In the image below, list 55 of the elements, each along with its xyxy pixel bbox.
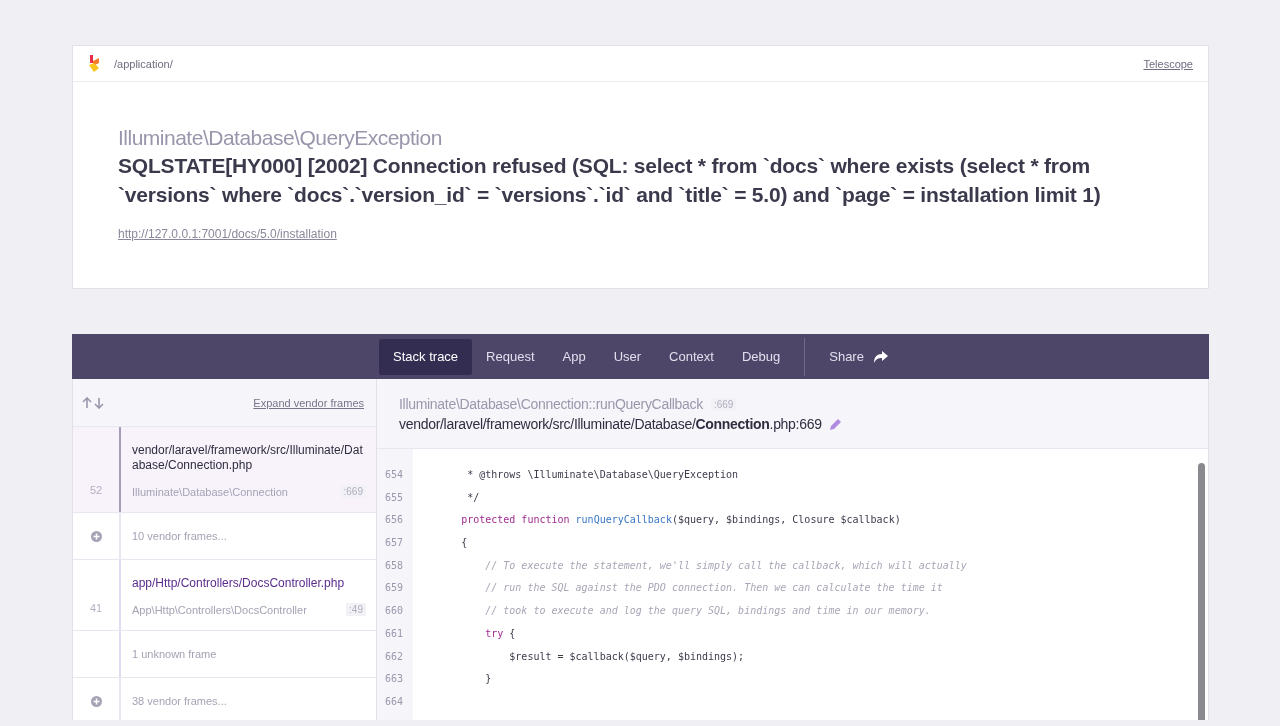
line-number: 658: [384, 558, 405, 573]
share-button[interactable]: Share: [815, 338, 902, 375]
line-number-tag: :49: [346, 603, 366, 616]
scrollbar[interactable]: [1197, 463, 1205, 720]
code-line: // run the SQL against the PDO connection. Then we can calculate the time it: [484, 581, 944, 596]
plus-circle-icon[interactable]: [90, 530, 102, 542]
code-line: * @throws \Illuminate\Database\QueryException: [466, 468, 740, 482]
code-line: {: [460, 536, 469, 551]
exception-message: SQLSTATE[HY000] [2002] Connection refused (SQL: select * from `docs` where exists (select * from `versions` where `docs`.`version_id` = `versions`.`id` and `title` = 5.0) and `page` = installation limit 1): [118, 153, 1102, 208]
code-line: */: [466, 490, 481, 505]
sort-arrows-icon[interactable]: [81, 396, 105, 409]
method-name: Illuminate\Database\Connection::runQueryCallback: [399, 396, 703, 412]
request-url-link[interactable]: http://127.0.0.1:7001/docs/5.0/installation: [118, 227, 337, 241]
code-line: try {: [484, 626, 517, 641]
frame-class: App\Http\Controllers\DocsController: [132, 603, 307, 616]
code-line: // took to execute and log the query SQL, bindings and time in our memory.: [484, 604, 932, 619]
exception-class: Illuminate\Database\QueryException: [118, 126, 443, 150]
line-number: 654: [384, 468, 405, 482]
plus-circle-icon[interactable]: [90, 695, 102, 707]
code-line: }: [484, 672, 493, 687]
line-number: 655: [384, 490, 405, 505]
line-number: 662: [384, 649, 405, 664]
frame-class: Illuminate\Database\Connection: [132, 485, 288, 498]
line-number: 660: [384, 604, 405, 619]
line-number-tag: :669: [710, 397, 737, 411]
line-number-tag: :669: [340, 485, 366, 498]
line-number: 661: [384, 626, 405, 641]
pencil-icon[interactable]: [828, 417, 842, 431]
frame-number: 41: [89, 602, 103, 614]
line-number: 664: [384, 694, 405, 709]
stack-frame[interactable]: 52 vendor/laravel/framework/src/Illuminate/Database/Connection.php Illuminate\Database\Connection :669: [73, 427, 376, 513]
line-number: 657: [384, 536, 405, 551]
unknown-frame-label: 1 unknown frame: [131, 647, 218, 662]
frame-file-path: app/Http/Controllers/DocsController.php: [132, 576, 346, 591]
tab[interactable]: Stack trace: [379, 338, 473, 375]
file-path: vendor/laravel/framework/src/Illuminate/Database/Connection.php:669: [399, 416, 822, 432]
tab[interactable]: User: [599, 338, 656, 375]
logo-icon: [88, 54, 100, 73]
tab[interactable]: Context: [655, 338, 728, 375]
telescope-link[interactable]: Telescope: [1143, 57, 1193, 70]
breadcrumb-path: /application/: [114, 57, 174, 70]
frame-file-path: vendor/laravel/framework/src/Illuminate/Database/Connection.php: [132, 443, 364, 473]
line-number: 656: [384, 513, 405, 528]
tab[interactable]: Request: [472, 338, 549, 375]
tab[interactable]: Debug: [727, 338, 795, 375]
stack-frame[interactable]: 41 app/Http/Controllers/DocsController.php App\Http\Controllers\DocsController :49: [73, 560, 376, 631]
code-line: protected function runQueryCallback($query, $bindings, Closure $callback): [460, 513, 902, 528]
frame-number: 52: [89, 484, 103, 496]
line-number: 663: [384, 672, 405, 687]
tab[interactable]: App: [548, 338, 600, 375]
expand-vendor-frames-link[interactable]: Expand vendor frames: [253, 396, 364, 409]
share-arrow-icon: [873, 350, 888, 363]
code-line: // To execute the statement, we'll simply call the callback, which will actually: [484, 558, 968, 573]
code-line: $result = $callback($query, $bindings);: [508, 649, 746, 664]
line-number: 659: [384, 581, 405, 596]
